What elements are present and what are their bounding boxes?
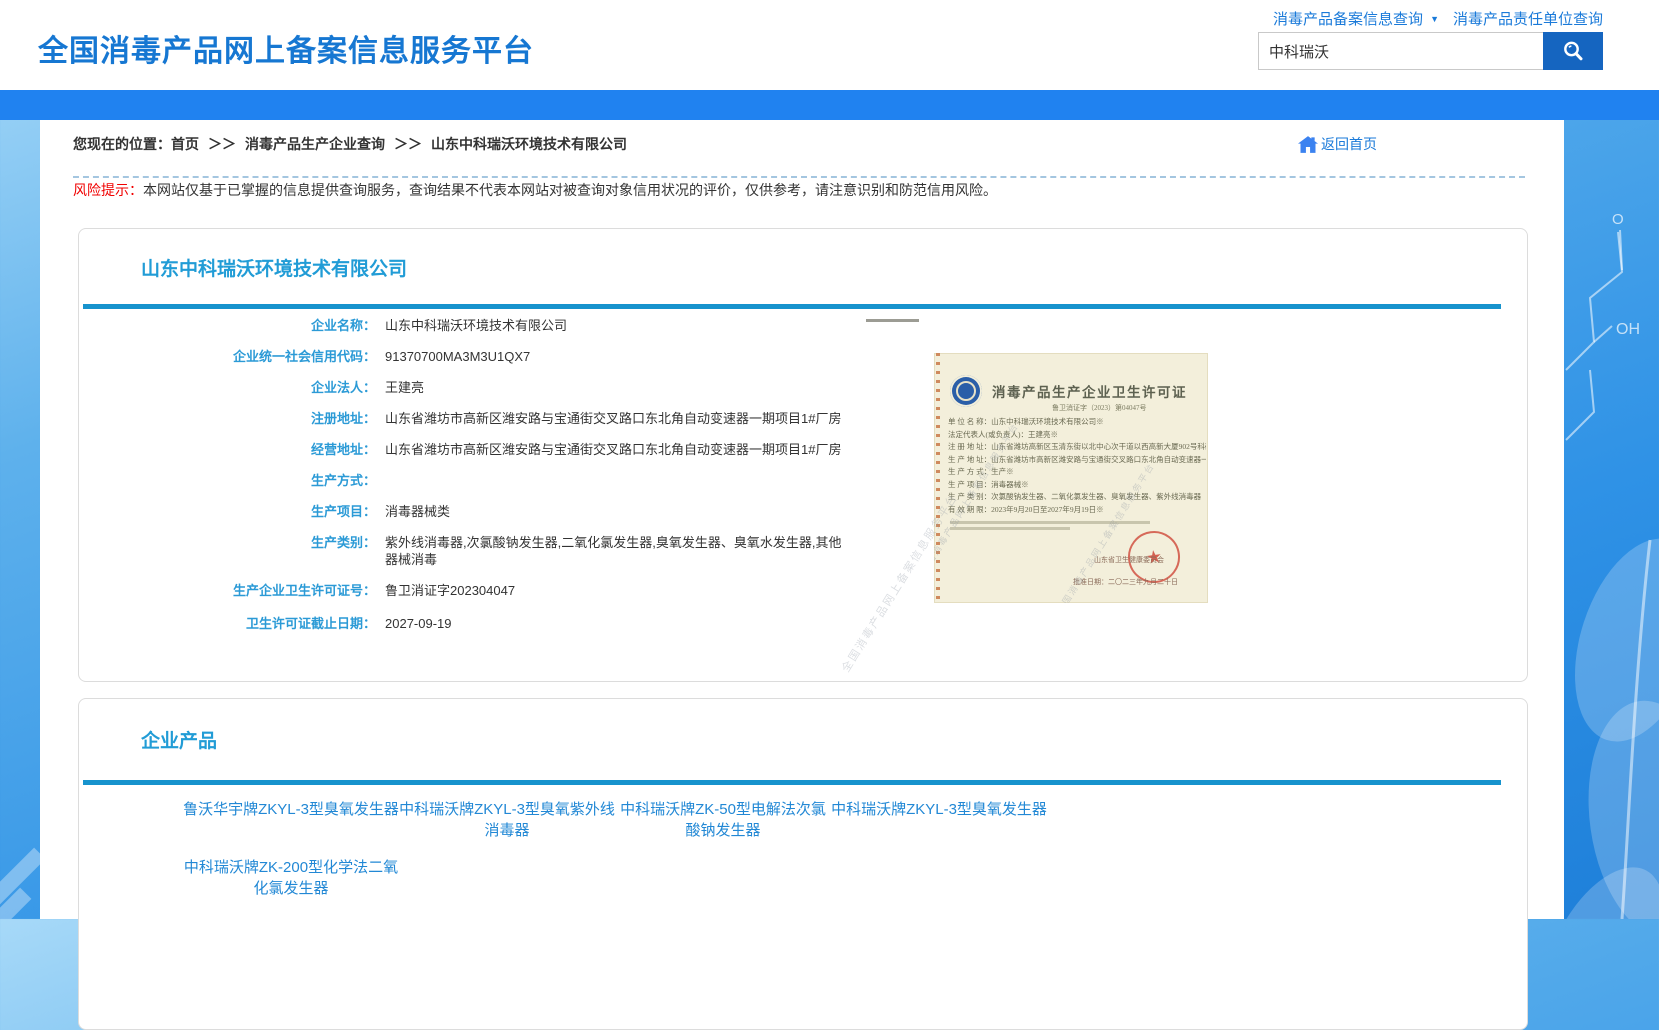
back-home-label: 返回首页 — [1321, 134, 1377, 154]
search-bar — [1258, 32, 1603, 70]
field-row: 生产类别：紫外线消毒器,次氯酸钠发生器,二氧化氯发生器,臭氧发生器、臭氧水发生器… — [79, 534, 869, 582]
product-list: 鲁沃华宇牌ZKYL-3型臭氧发生器 中科瑞沃牌ZKYL-3型臭氧紫外线消毒器 中… — [183, 799, 1083, 915]
field-row: 生产企业卫生许可证号：鲁卫消证字202304047 — [79, 582, 869, 615]
breadcrumb-enterprise-query[interactable]: 消毒产品生产企业查询 — [245, 136, 385, 152]
field-row: 生产项目：消毒器械类 — [79, 503, 869, 534]
caret-down-icon[interactable]: ▼ — [1430, 14, 1439, 24]
certificate-fine-print — [950, 521, 1150, 533]
breadcrumb-separator: ＞＞ — [394, 136, 422, 152]
site-header: 全国消毒产品网上备案信息服务平台 消毒产品备案信息查询 ▼ 消毒产品责任单位查询 — [0, 0, 1659, 90]
svg-text:O: O — [1612, 211, 1624, 228]
nav-link-responsible-unit-query[interactable]: 消毒产品责任单位查询 — [1453, 11, 1603, 28]
breadcrumb-current: 山东中科瑞沃环境技术有限公司 — [431, 136, 627, 152]
hygiene-license-certificate: 消毒产品生产企业卫生许可证 鲁卫消证字（2023）第04047号 单 位 名 称… — [934, 353, 1208, 603]
back-home-link[interactable]: 返回首页 — [1298, 134, 1377, 154]
certificate-number: 鲁卫消证字（2023）第04047号 — [1052, 403, 1147, 413]
national-emblem-icon — [950, 375, 982, 407]
certificate-title: 消毒产品生产企业卫生许可证 — [992, 381, 1187, 401]
field-row: 企业名称：山东中科瑞沃环境技术有限公司 — [79, 317, 869, 348]
breadcrumb-prefix: 您现在的位置： — [73, 136, 171, 152]
risk-notice-label: 风险提示： — [73, 182, 143, 198]
title-underline — [83, 780, 1501, 785]
home-icon — [1298, 136, 1318, 153]
search-button[interactable] — [1543, 32, 1603, 70]
nav-link-record-info-query[interactable]: 消毒产品备案信息查询 — [1273, 11, 1423, 28]
products-card-title: 企业产品 — [141, 726, 217, 753]
product-link[interactable]: 中科瑞沃牌ZK-50型电解法次氯酸钠发生器 — [615, 799, 831, 841]
search-input[interactable] — [1258, 32, 1543, 70]
field-row: 注册地址：山东省潍坊市高新区潍安路与宝通街交叉路口东北角自动变速器一期项目1#厂… — [79, 410, 869, 441]
header-band — [0, 90, 1659, 120]
company-fields: 企业名称：山东中科瑞沃环境技术有限公司 企业统一社会信用代码：91370700M… — [79, 317, 869, 648]
search-icon — [1561, 39, 1585, 63]
field-row: 生产方式： — [79, 472, 869, 503]
title-underline — [83, 304, 1501, 309]
top-nav: 消毒产品备案信息查询 ▼ 消毒产品责任单位查询 — [1273, 8, 1603, 29]
products-card: 企业产品 鲁沃华宇牌ZKYL-3型臭氧发生器 中科瑞沃牌ZKYL-3型臭氧紫外线… — [78, 698, 1528, 1030]
risk-notice-text: 本网站仅基于已掌握的信息提供查询服务，查询结果不代表本网站对被查询对象信用状况的… — [143, 182, 997, 198]
field-row: 卫生许可证截止日期：2027-09-19 — [79, 615, 869, 648]
risk-notice: 风险提示：本网站仅基于已掌握的信息提供查询服务，查询结果不代表本网站对被查询对象… — [73, 180, 997, 200]
breadcrumb-separator: ＞＞ — [208, 136, 236, 152]
product-link[interactable]: 中科瑞沃牌ZK-200型化学法二氧化氯发生器 — [183, 857, 399, 899]
field-row: 企业统一社会信用代码：91370700MA3M3U1QX7 — [79, 348, 869, 379]
content-area: 您现在的位置：首页 ＞＞ 消毒产品生产企业查询 ＞＞ 山东中科瑞沃环境技术有限公司 返回… — [40, 120, 1564, 919]
field-row: 经营地址：山东省潍坊市高新区潍安路与宝通街交叉路口东北角自动变速器一期项目1#厂… — [79, 441, 869, 472]
certificate-body: 单 位 名 称：山东中科瑞沃环境技术有限公司※ 法定代表人(或负责人)：王建亮※… — [948, 416, 1206, 516]
product-link[interactable]: 中科瑞沃牌ZKYL-3型臭氧紫外线消毒器 — [399, 799, 615, 841]
dashed-divider — [73, 176, 1525, 178]
scan-artifact — [866, 319, 919, 322]
site-title: 全国消毒产品网上备案信息服务平台 — [38, 26, 534, 70]
company-info-card: 山东中科瑞沃环境技术有限公司 企业名称：山东中科瑞沃环境技术有限公司 企业统一社… — [78, 228, 1528, 682]
approval-date: 批准日期：二〇二三年九月二十日 — [1073, 577, 1178, 587]
molecule-flower-art: O OH — [1564, 120, 1659, 919]
product-link[interactable]: 鲁沃华宇牌ZKYL-3型臭氧发生器 — [183, 799, 399, 841]
svg-text:OH: OH — [1616, 321, 1640, 338]
perforation-edge — [936, 353, 940, 603]
breadcrumb-home[interactable]: 首页 — [171, 136, 199, 152]
issuing-authority: 山东省卫生健康委员会 — [1094, 555, 1164, 565]
field-row: 企业法人：王建亮 — [79, 379, 869, 410]
left-background-art — [0, 120, 40, 919]
company-card-title: 山东中科瑞沃环境技术有限公司 — [141, 254, 407, 281]
product-link[interactable]: 中科瑞沃牌ZKYL-3型臭氧发生器 — [831, 799, 1047, 841]
